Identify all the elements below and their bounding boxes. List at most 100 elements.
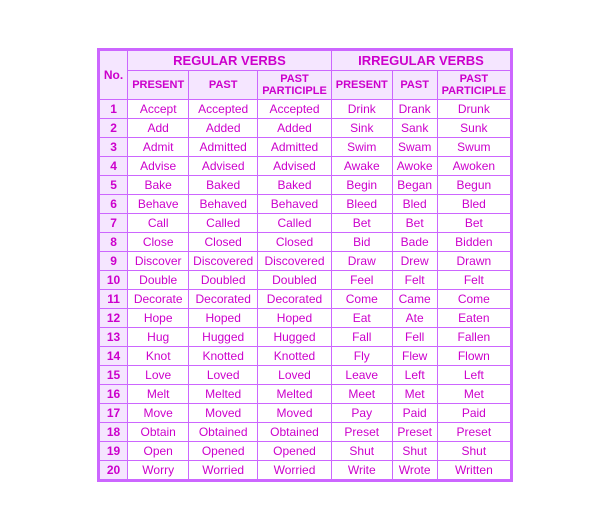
irregular-pp: Flown: [437, 346, 511, 365]
regular-present: Accept: [128, 99, 189, 118]
regular-pp: Admitted: [258, 137, 332, 156]
verbs-table: No. REGULAR VERBS IRREGULAR VERBS PRESEN…: [99, 50, 511, 480]
irregular-past: Came: [392, 289, 437, 308]
irregular-past: Bled: [392, 194, 437, 213]
row-number: 16: [99, 384, 127, 403]
regular-pp: Added: [258, 118, 332, 137]
table-row: 7CallCalledCalledBetBetBet: [99, 213, 510, 232]
irregular-pp: Preset: [437, 422, 511, 441]
irregular-present-header: PRESENT: [331, 70, 392, 99]
row-number: 6: [99, 194, 127, 213]
regular-pp: Advised: [258, 156, 332, 175]
regular-past: Advised: [189, 156, 258, 175]
regular-present: Hug: [128, 327, 189, 346]
regular-past-header: PAST: [189, 70, 258, 99]
regular-past: Opened: [189, 441, 258, 460]
regular-verbs-header: REGULAR VERBS: [128, 50, 332, 70]
regular-past: Hoped: [189, 308, 258, 327]
row-number: 2: [99, 118, 127, 137]
irregular-pp: Swum: [437, 137, 511, 156]
irregular-past: Fell: [392, 327, 437, 346]
regular-pp: Moved: [258, 403, 332, 422]
irregular-present: Feel: [331, 270, 392, 289]
row-number: 1: [99, 99, 127, 118]
irregular-past: Left: [392, 365, 437, 384]
regular-past: Added: [189, 118, 258, 137]
regular-past: Baked: [189, 175, 258, 194]
table-row: 19OpenOpenedOpenedShutShutShut: [99, 441, 510, 460]
no-header: No.: [99, 50, 127, 99]
table-row: 18ObtainObtainedObtainedPresetPresetPres…: [99, 422, 510, 441]
regular-present: Love: [128, 365, 189, 384]
regular-present: Melt: [128, 384, 189, 403]
irregular-present: Preset: [331, 422, 392, 441]
irregular-past: Preset: [392, 422, 437, 441]
irregular-pp-header: PASTPARTICIPLE: [437, 70, 511, 99]
table-row: 13HugHuggedHuggedFallFellFallen: [99, 327, 510, 346]
regular-present: Obtain: [128, 422, 189, 441]
regular-present: Close: [128, 232, 189, 251]
irregular-pp: Begun: [437, 175, 511, 194]
irregular-present: Pay: [331, 403, 392, 422]
irregular-past: Sank: [392, 118, 437, 137]
row-number: 5: [99, 175, 127, 194]
regular-past: Hugged: [189, 327, 258, 346]
regular-present: Move: [128, 403, 189, 422]
regular-pp: Closed: [258, 232, 332, 251]
regular-past: Knotted: [189, 346, 258, 365]
irregular-past: Drank: [392, 99, 437, 118]
irregular-present: Write: [331, 460, 392, 479]
irregular-past: Flew: [392, 346, 437, 365]
regular-pp: Hugged: [258, 327, 332, 346]
irregular-present: Fly: [331, 346, 392, 365]
table-row: 16MeltMeltedMeltedMeetMetMet: [99, 384, 510, 403]
table-row: 6BehaveBehavedBehavedBleedBledBled: [99, 194, 510, 213]
irregular-past: Shut: [392, 441, 437, 460]
irregular-pp: Come: [437, 289, 511, 308]
table-row: 20WorryWorriedWorriedWriteWroteWritten: [99, 460, 510, 479]
irregular-past: Swam: [392, 137, 437, 156]
irregular-past: Drew: [392, 251, 437, 270]
irregular-past-header: PAST: [392, 70, 437, 99]
regular-pp: Called: [258, 213, 332, 232]
irregular-past: Bet: [392, 213, 437, 232]
regular-past: Accepted: [189, 99, 258, 118]
regular-pp: Decorated: [258, 289, 332, 308]
row-number: 13: [99, 327, 127, 346]
regular-past: Melted: [189, 384, 258, 403]
table-row: 11DecorateDecoratedDecoratedComeCameCome: [99, 289, 510, 308]
irregular-present: Bid: [331, 232, 392, 251]
irregular-past: Wrote: [392, 460, 437, 479]
regular-past: Closed: [189, 232, 258, 251]
regular-past: Discovered: [189, 251, 258, 270]
regular-pp: Behaved: [258, 194, 332, 213]
row-number: 4: [99, 156, 127, 175]
regular-past: Worried: [189, 460, 258, 479]
irregular-pp: Felt: [437, 270, 511, 289]
row-number: 14: [99, 346, 127, 365]
row-number: 12: [99, 308, 127, 327]
regular-pp-header: PASTPARTICIPLE: [258, 70, 332, 99]
irregular-present: Bet: [331, 213, 392, 232]
row-number: 10: [99, 270, 127, 289]
regular-pp: Hoped: [258, 308, 332, 327]
regular-present: Advise: [128, 156, 189, 175]
irregular-present: Awake: [331, 156, 392, 175]
regular-pp: Opened: [258, 441, 332, 460]
irregular-present: Meet: [331, 384, 392, 403]
irregular-past: Met: [392, 384, 437, 403]
main-table-wrapper: No. REGULAR VERBS IRREGULAR VERBS PRESEN…: [97, 48, 513, 482]
regular-present: Discover: [128, 251, 189, 270]
regular-pp: Knotted: [258, 346, 332, 365]
irregular-present: Swim: [331, 137, 392, 156]
table-row: 5BakeBakedBakedBeginBeganBegun: [99, 175, 510, 194]
irregular-pp: Awoken: [437, 156, 511, 175]
regular-present: Hope: [128, 308, 189, 327]
row-number: 19: [99, 441, 127, 460]
table-row: 2AddAddedAddedSinkSankSunk: [99, 118, 510, 137]
irregular-pp: Met: [437, 384, 511, 403]
irregular-present: Drink: [331, 99, 392, 118]
regular-present: Double: [128, 270, 189, 289]
table-row: 3AdmitAdmittedAdmittedSwimSwamSwum: [99, 137, 510, 156]
irregular-past: Felt: [392, 270, 437, 289]
